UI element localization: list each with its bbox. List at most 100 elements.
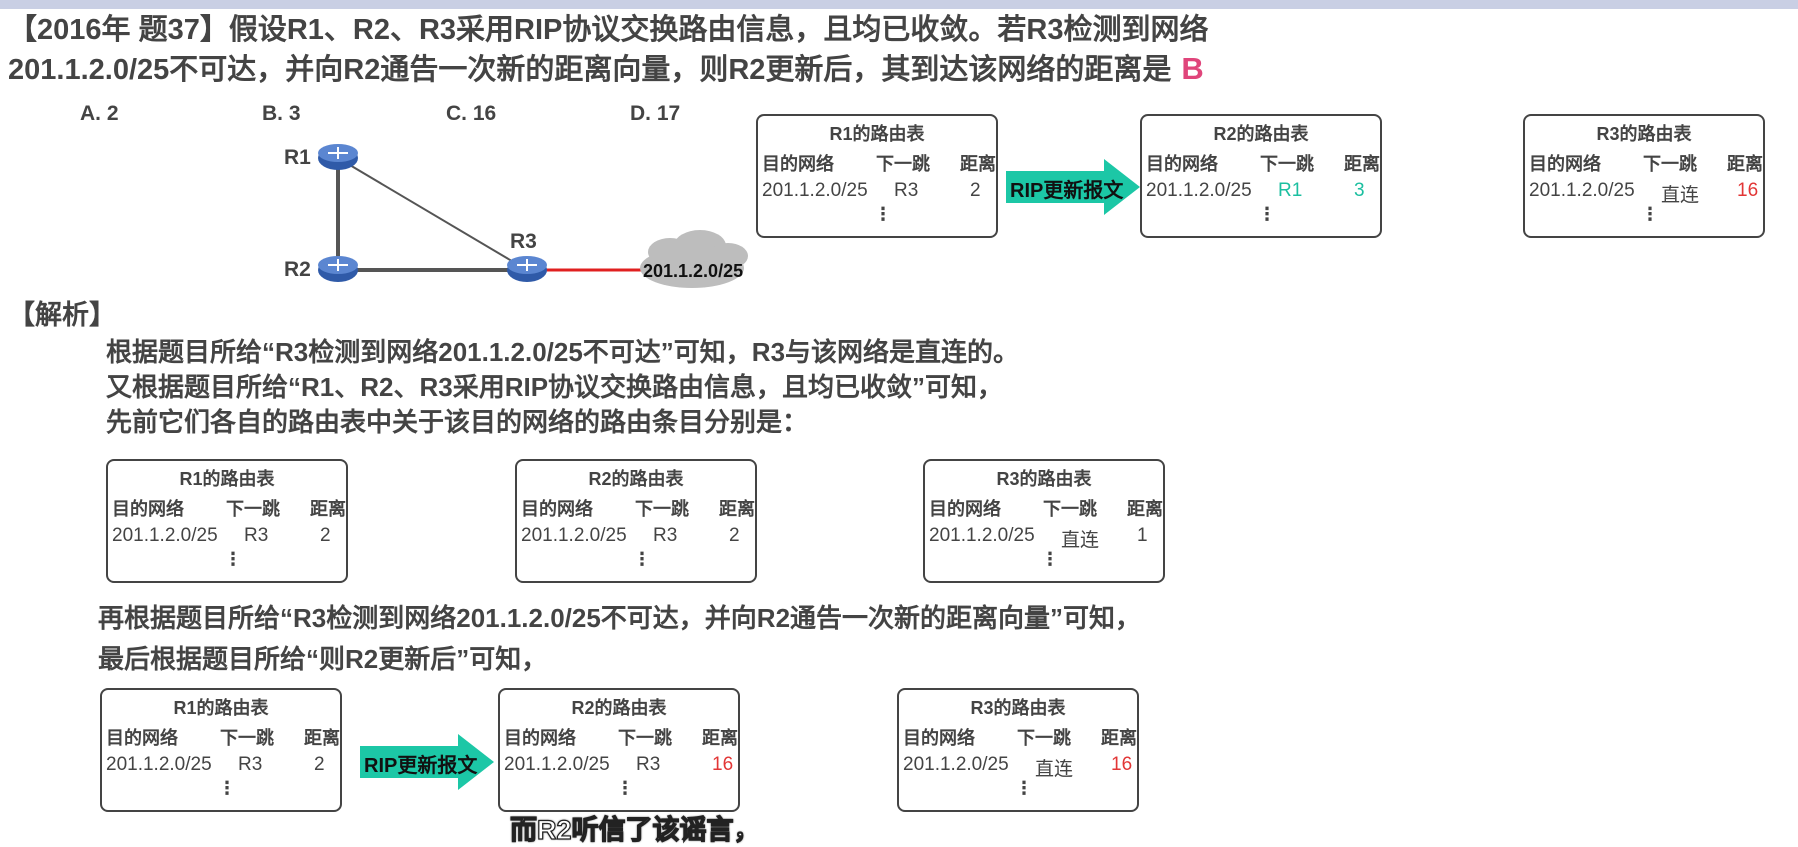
router-label-r1: R1: [284, 146, 311, 169]
router-r3-icon: [507, 256, 547, 282]
cell-dist: 16: [712, 754, 734, 775]
analysis-paragraph-1: 根据题目所给“R3检测到网络201.1.2.0/25不可达”可知，R3与该网络是…: [106, 337, 1020, 367]
cell-dest: 201.1.2.0/25: [521, 525, 627, 546]
cell-dist: 1: [1137, 525, 1148, 546]
cell-dest: 201.1.2.0/25: [929, 525, 1035, 546]
analysis-paragraph-3: 先前它们各自的路由表中关于该目的网络的路由条目分别是：: [106, 407, 809, 437]
arrow-label: RIP更新报文: [1010, 180, 1124, 202]
bottom-r1-route-table: R1的路由表 目的网络 下一跳 距离 201.1.2.0/25 R3 2 ⋮: [100, 688, 342, 812]
rip-update-arrow-bottom: RIP更新报文: [360, 734, 494, 790]
cell-next: R3: [238, 754, 263, 775]
cell-next: 直连: [1661, 185, 1700, 206]
col-next: 下一跳: [618, 728, 672, 748]
cell-next: R3: [653, 525, 678, 546]
top-r2-route-table: R2的路由表 目的网络 下一跳 距离 201.1.2.0/25 R1 3 ⋮: [1140, 114, 1382, 238]
col-dest: 目的网络: [1529, 154, 1601, 174]
cell-next: R1: [1278, 180, 1303, 201]
router-label-r3: R3: [510, 230, 537, 253]
more-rows: ⋮: [1258, 204, 1276, 224]
col-next: 下一跳: [226, 499, 280, 519]
col-dist: 距离: [960, 154, 996, 174]
more-rows: ⋮: [224, 549, 242, 569]
mid-r1-route-table: R1的路由表 目的网络 下一跳 距离 201.1.2.0/25 R3 2 ⋮: [106, 459, 348, 583]
cell-dist: 2: [314, 754, 325, 775]
cell-dest: 201.1.2.0/25: [903, 754, 1009, 775]
more-rows: ⋮: [1041, 549, 1059, 569]
col-next: 下一跳: [1643, 154, 1697, 174]
arrow-label: RIP更新报文: [364, 755, 478, 777]
cell-dest: 201.1.2.0/25: [762, 180, 868, 201]
col-dest: 目的网络: [112, 499, 184, 519]
cell-dist: 2: [729, 525, 740, 546]
router-r2-icon: [318, 256, 358, 282]
col-dest: 目的网络: [929, 499, 1001, 519]
col-next: 下一跳: [220, 728, 274, 748]
table-title: R3的路由表: [1596, 124, 1692, 144]
col-next: 下一跳: [1043, 499, 1097, 519]
col-next: 下一跳: [1017, 728, 1071, 748]
more-rows: ⋮: [1015, 778, 1033, 798]
col-dist: 距离: [1101, 728, 1137, 748]
mid-r3-route-table: R3的路由表 目的网络 下一跳 距离 201.1.2.0/25 直连 1 ⋮: [923, 459, 1165, 583]
cell-dist: 2: [970, 180, 981, 201]
cell-next: R3: [636, 754, 661, 775]
cell-dest: 201.1.2.0/25: [504, 754, 610, 775]
col-dist: 距离: [310, 499, 346, 519]
col-next: 下一跳: [1260, 154, 1314, 174]
more-rows: ⋮: [218, 778, 236, 798]
cell-dist: 16: [1737, 180, 1759, 201]
col-dest: 目的网络: [106, 728, 178, 748]
table-title: R2的路由表: [588, 469, 684, 489]
col-dest: 目的网络: [504, 728, 576, 748]
cell-next: R3: [244, 525, 269, 546]
table-title: R3的路由表: [970, 698, 1066, 718]
more-rows: ⋮: [874, 204, 892, 224]
analysis-paragraph-5: 最后根据题目所给“则R2更新后”可知，: [98, 644, 548, 674]
cell-dest: 201.1.2.0/25: [1529, 180, 1635, 201]
table-title: R1的路由表: [173, 698, 269, 718]
table-title: R1的路由表: [179, 469, 275, 489]
bottom-r2-route-table: R2的路由表 目的网络 下一跳 距离 201.1.2.0/25 R3 16 ⋮: [498, 688, 740, 812]
rip-update-arrow-top: RIP更新报文: [1006, 159, 1140, 215]
col-dist: 距离: [1727, 154, 1763, 174]
link-r1-r3: [337, 157, 528, 271]
more-rows: ⋮: [616, 778, 634, 798]
more-rows: ⋮: [1641, 204, 1659, 224]
cell-dest: 201.1.2.0/25: [1146, 180, 1252, 201]
network-label: 201.1.2.0/25: [643, 261, 744, 281]
top-r1-route-table: R1的路由表 目的网络 下一跳 距离 201.1.2.0/25 R3 2 ⋮: [756, 114, 998, 238]
cell-next: R3: [894, 180, 919, 201]
router-r1-icon: [318, 144, 358, 170]
col-dist: 距离: [719, 499, 755, 519]
cell-dist: 16: [1111, 754, 1133, 775]
top-r3-route-table: R3的路由表 目的网络 下一跳 距离 201.1.2.0/25 直连 16 ⋮: [1523, 114, 1765, 238]
cell-dest: 201.1.2.0/25: [106, 754, 212, 775]
cell-next: 直连: [1035, 759, 1074, 780]
col-dest: 目的网络: [762, 154, 834, 174]
col-dist: 距离: [1127, 499, 1163, 519]
mid-r2-route-table: R2的路由表 目的网络 下一跳 距离 201.1.2.0/25 R3 2 ⋮: [515, 459, 757, 583]
col-dest: 目的网络: [521, 499, 593, 519]
table-title: R2的路由表: [1213, 124, 1309, 144]
col-dest: 目的网络: [903, 728, 975, 748]
table-title: R2的路由表: [571, 698, 667, 718]
router-label-r2: R2: [284, 258, 311, 281]
col-dist: 距离: [1344, 154, 1380, 174]
col-next: 下一跳: [876, 154, 930, 174]
col-dest: 目的网络: [1146, 154, 1218, 174]
col-dist: 距离: [304, 728, 340, 748]
cell-dist: 3: [1354, 180, 1365, 201]
cell-dist: 2: [320, 525, 331, 546]
cell-next: 直连: [1061, 530, 1100, 551]
table-title: R1的路由表: [829, 124, 925, 144]
analysis-paragraph-2: 又根据题目所给“R1、R2、R3采用RIP协议交换路由信息，且均已收敛”可知，: [106, 372, 1004, 402]
analysis-paragraph-4: 再根据题目所给“R3检测到网络201.1.2.0/25不可达，并向R2通告一次新…: [98, 603, 1142, 633]
col-next: 下一跳: [635, 499, 689, 519]
more-rows: ⋮: [633, 549, 651, 569]
table-title: R3的路由表: [996, 469, 1092, 489]
video-subtitle: 而R2听信了该谣言，: [509, 814, 761, 845]
bottom-r3-route-table: R3的路由表 目的网络 下一跳 距离 201.1.2.0/25 直连 16 ⋮: [897, 688, 1139, 812]
analysis-heading: 【解析】: [8, 300, 116, 330]
col-dist: 距离: [702, 728, 738, 748]
cell-dest: 201.1.2.0/25: [112, 525, 218, 546]
